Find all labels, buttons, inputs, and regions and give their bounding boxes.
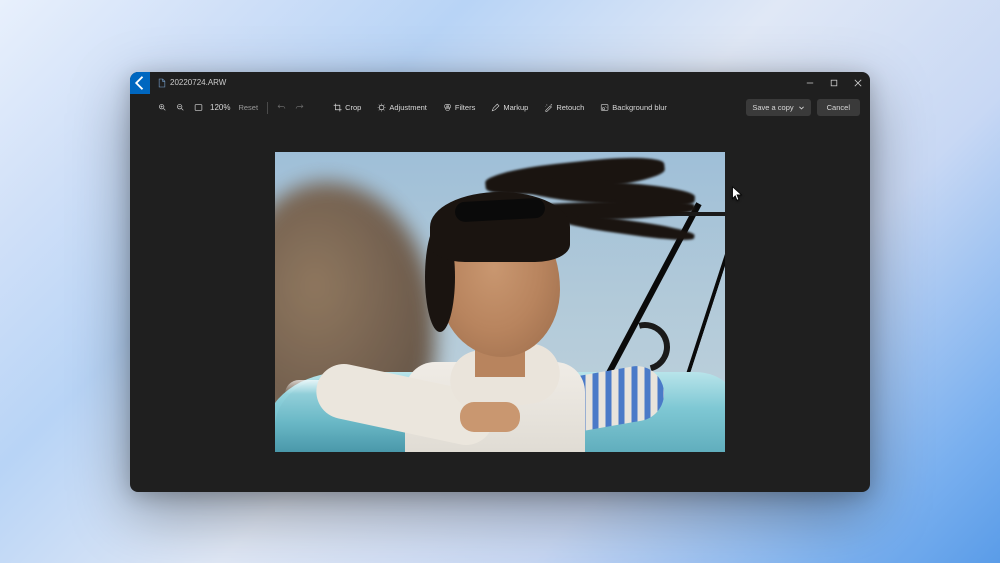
close-button[interactable]	[846, 72, 870, 94]
editor-canvas[interactable]	[130, 122, 870, 492]
filename-label: 20220724.ARW	[170, 78, 226, 87]
crop-button[interactable]: Crop	[329, 100, 365, 115]
window-controls	[798, 72, 870, 94]
adjustment-button[interactable]: Adjustment	[373, 100, 431, 115]
minimize-button[interactable]	[798, 72, 822, 94]
background-blur-label: Background blur	[612, 103, 667, 112]
back-button[interactable]	[130, 72, 150, 94]
maximize-button[interactable]	[822, 72, 846, 94]
save-label: Save a copy	[752, 103, 793, 112]
save-copy-button[interactable]: Save a copy	[746, 99, 810, 116]
toolbar-divider	[267, 102, 268, 114]
filters-label: Filters	[455, 103, 475, 112]
markup-label: Markup	[503, 103, 528, 112]
reset-button[interactable]: Reset	[234, 103, 262, 112]
filters-button[interactable]: Filters	[439, 100, 479, 115]
background-blur-icon	[600, 103, 609, 112]
redo-button[interactable]	[291, 100, 307, 116]
file-icon	[158, 78, 166, 88]
crop-icon	[333, 103, 342, 112]
retouch-button[interactable]: Retouch	[540, 100, 588, 115]
undo-button[interactable]	[273, 100, 289, 116]
fit-button[interactable]	[190, 100, 206, 116]
adjustment-icon	[377, 103, 386, 112]
markup-icon	[491, 103, 500, 112]
retouch-label: Retouch	[556, 103, 584, 112]
markup-button[interactable]: Markup	[487, 100, 532, 115]
filters-icon	[443, 103, 452, 112]
retouch-icon	[544, 103, 553, 112]
editor-toolbar: 120% Reset Crop Adjustment Filters Marku…	[130, 94, 870, 122]
toolbar-left-group: 120% Reset	[154, 100, 307, 116]
photo-preview[interactable]	[275, 152, 725, 452]
arrow-left-icon	[130, 73, 150, 93]
cancel-label: Cancel	[827, 103, 850, 112]
cancel-button[interactable]: Cancel	[817, 99, 860, 116]
toolbar-center-group: Crop Adjustment Filters Markup Retouch B…	[329, 100, 671, 115]
toolbar-right-group: Save a copy Cancel	[746, 99, 860, 116]
titlebar: 20220724.ARW	[130, 72, 870, 94]
zoom-level-label[interactable]: 120%	[208, 103, 232, 112]
zoom-in-button[interactable]	[154, 100, 170, 116]
crop-label: Crop	[345, 103, 361, 112]
photos-editor-window: 20220724.ARW 120% Reset Crop Adjus	[130, 72, 870, 492]
adjustment-label: Adjustment	[389, 103, 427, 112]
zoom-out-button[interactable]	[172, 100, 188, 116]
chevron-down-icon	[798, 104, 805, 111]
background-blur-button[interactable]: Background blur	[596, 100, 671, 115]
